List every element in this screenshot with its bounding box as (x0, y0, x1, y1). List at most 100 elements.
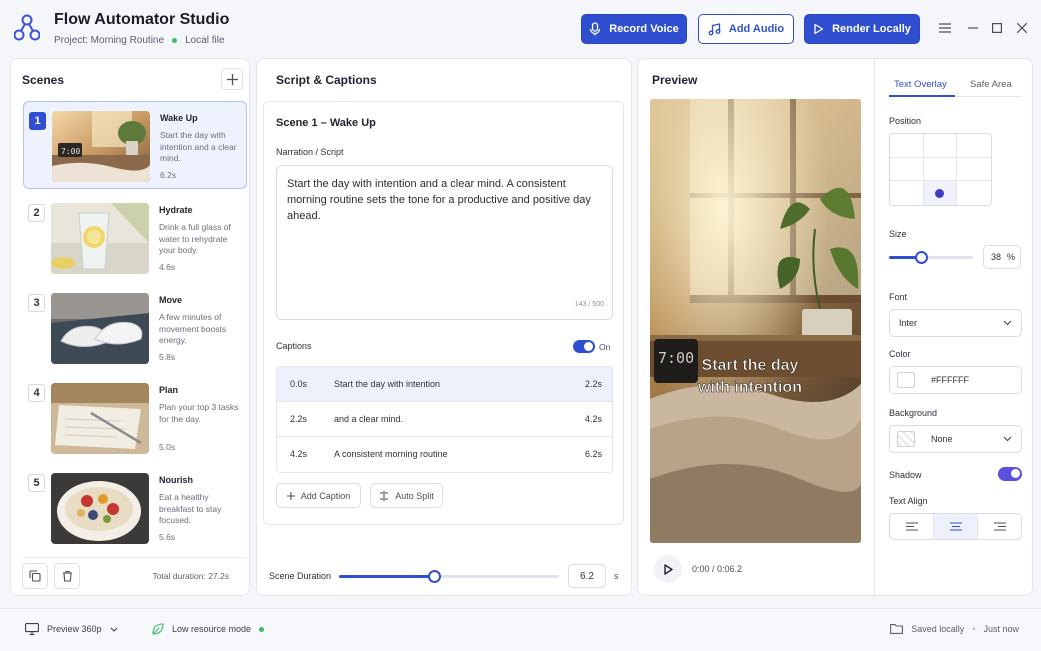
char-count: 143 / 500 (574, 301, 604, 308)
narration-textarea[interactable]: Start the day with intention and a clear… (276, 165, 613, 320)
position-cell-bottom-center[interactable] (923, 181, 958, 205)
header: Flow Automator Studio Project: Morning R… (0, 0, 1041, 58)
scene-thumbnail (51, 203, 149, 274)
scene-thumbnail (51, 293, 149, 364)
tab-text-overlay[interactable]: Text Overlay (894, 79, 947, 90)
align-left-button[interactable] (890, 514, 934, 539)
align-left-icon (905, 522, 918, 531)
caption-start: 4.2s (290, 449, 308, 459)
duration-slider-thumb[interactable] (428, 570, 441, 583)
play-button[interactable] (654, 555, 682, 583)
chevron-down-icon (110, 627, 117, 632)
position-cell-middle-right[interactable] (957, 158, 991, 182)
auto-split-button[interactable]: Auto Split (370, 483, 443, 508)
preview-canvas[interactable]: 7:00 Start the day with intention (650, 99, 861, 543)
align-center-icon (949, 522, 962, 531)
background-select[interactable]: None (889, 425, 1022, 453)
background-value: None (931, 434, 953, 444)
color-field[interactable]: #FFFFFF (889, 366, 1022, 394)
scene-item[interactable]: 2 Hydrate Drink a full glass of water to… (23, 194, 247, 282)
clock-display: 7:00 (658, 349, 694, 367)
color-swatch[interactable] (897, 372, 915, 388)
split-icon (380, 490, 389, 501)
narration-label: Narration / Script (276, 147, 344, 157)
transparent-swatch-icon (897, 431, 915, 447)
delete-scene-button[interactable] (54, 563, 80, 589)
menu-icon[interactable] (936, 19, 954, 37)
record-voice-button[interactable]: Record Voice (581, 14, 687, 44)
size-slider[interactable] (889, 251, 973, 264)
minimize-icon[interactable] (964, 19, 982, 37)
scene-description: Eat a healthy breakfast to stay focused. (159, 492, 222, 525)
resource-status-dot (259, 626, 265, 632)
position-cell-top-center[interactable] (923, 134, 958, 158)
scene-item[interactable]: 1 7:00 Wake Up Start the day with intent… (23, 101, 247, 189)
scene-description: A few minutes of movement boosts energy. (159, 312, 227, 345)
preview-quality-select[interactable]: Preview 360p (25, 623, 118, 635)
duration-slider[interactable] (339, 570, 559, 583)
position-cell-bottom-left[interactable] (890, 181, 924, 205)
position-cell-top-right[interactable] (957, 134, 991, 158)
duration-input[interactable]: 6.2 (568, 564, 606, 588)
shadow-toggle[interactable] (998, 467, 1022, 481)
add-caption-button[interactable]: Add Caption (276, 483, 361, 508)
resource-mode-label: Low resource mode (172, 624, 252, 634)
font-select[interactable]: Inter (889, 309, 1022, 337)
add-audio-label: Add Audio (728, 23, 785, 35)
maximize-icon[interactable] (988, 19, 1006, 37)
folder-icon (890, 624, 904, 634)
size-input[interactable]: 38 % (983, 245, 1021, 269)
align-right-button[interactable] (978, 514, 1021, 539)
tab-safe-area[interactable]: Safe Area (970, 79, 1012, 90)
caption-start: 2.2s (290, 414, 308, 424)
scene-number: 5 (28, 474, 45, 492)
record-voice-label: Record Voice (609, 23, 679, 35)
scene-item[interactable]: 3 Move A few minutes of movement boosts … (23, 284, 247, 372)
script-title: Script & Captions (276, 73, 377, 87)
scenes-title: Scenes (22, 73, 65, 87)
scene-duration-label: Scene Duration (269, 571, 332, 581)
scenes-panel: Scenes 1 7:00 Wake Up Start the day with… (10, 58, 250, 596)
align-center-button[interactable] (934, 514, 978, 539)
preview-image: 7:00 Start the day with intention (650, 99, 861, 543)
scene-item[interactable]: 4 Plan Plan your top 3 tasks for the day… (23, 374, 247, 462)
app-window: Flow Automator Studio Project: Morning R… (0, 0, 1041, 651)
svg-text:7:00: 7:00 (61, 147, 80, 156)
duplicate-scene-button[interactable] (22, 563, 48, 589)
color-label: Color (889, 349, 911, 359)
color-value: #FFFFFF (931, 375, 969, 385)
caption-row[interactable]: 0.0s Start the day with intention 2.2s (277, 367, 612, 402)
status-dot (172, 38, 178, 43)
resource-mode[interactable]: Low resource mode (152, 623, 265, 635)
font-value: Inter (899, 318, 918, 328)
position-cell-middle-left[interactable] (890, 157, 924, 182)
scene-thumbnail: 7:00 (52, 111, 150, 182)
trash-icon (62, 570, 72, 582)
add-scene-button[interactable] (221, 68, 243, 90)
size-slider-thumb[interactable] (915, 251, 928, 264)
caption-row[interactable]: 4.2s A consistent morning routine 6.2s (277, 437, 612, 472)
position-cell-top-left[interactable] (890, 134, 924, 158)
total-duration: Total duration: 27.2s (152, 571, 229, 581)
position-cell-bottom-right[interactable] (957, 181, 991, 205)
chevron-down-icon (1003, 320, 1012, 326)
caption-text: and a clear mind. (334, 414, 404, 424)
separator-dot: • (972, 623, 976, 634)
scene-heading: Scene 1 – Wake Up (276, 117, 376, 129)
add-audio-button[interactable]: Add Audio (698, 14, 794, 44)
play-icon (663, 563, 673, 575)
scene-item[interactable]: 5 Nourish Eat a healthy breakfast to sta… (23, 464, 247, 552)
duration-unit: s (614, 571, 619, 581)
scene-duration: 5.0s (159, 442, 176, 452)
project-name: Project: Morning Routine (54, 35, 165, 46)
position-label: Position (889, 116, 922, 126)
close-icon[interactable] (1013, 19, 1031, 37)
scene-name: Hydrate (159, 205, 193, 215)
project-info: Project: Morning Routine Local file (54, 35, 225, 46)
saved-label: Saved locally (911, 623, 965, 634)
captions-toggle[interactable] (573, 340, 595, 353)
script-card: Scene 1 – Wake Up Narration / Script Sta… (263, 101, 624, 525)
render-locally-button[interactable]: Render Locally (804, 14, 920, 44)
caption-row[interactable]: 2.2s and a clear mind. 4.2s (277, 402, 612, 437)
position-cell-middle-center[interactable] (923, 157, 958, 182)
